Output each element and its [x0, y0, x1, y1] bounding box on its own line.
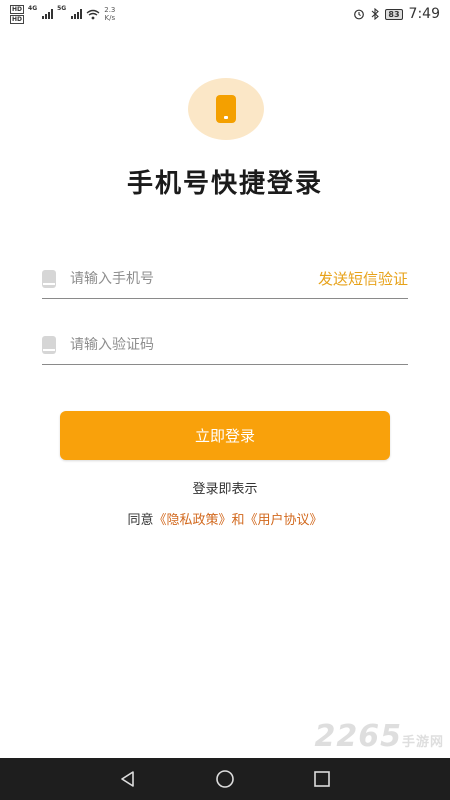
- hd-indicators: HD HD: [10, 4, 25, 24]
- watermark-sub: 手游网: [401, 735, 444, 750]
- page-title: 手机号快捷登录: [126, 169, 323, 199]
- agreement-conjunction: 和: [231, 513, 245, 528]
- user-agreement-link[interactable]: 《用户协议》: [245, 513, 323, 528]
- battery-icon: 83: [385, 8, 403, 20]
- agreement-notice: 登录即表示: [192, 482, 258, 497]
- system-nav-bar: [0, 758, 450, 800]
- home-button[interactable]: [213, 767, 237, 791]
- status-right: 83 7:49: [353, 6, 440, 22]
- network-speed: 2.3 K/s: [104, 6, 115, 22]
- alarm-icon: [354, 9, 365, 20]
- signal-icon: [71, 9, 83, 19]
- agreement-links: 同意《隐私政策》和《用户协议》: [0, 509, 450, 528]
- recents-icon: [313, 771, 330, 787]
- phone-icon: [42, 335, 56, 354]
- logo: [188, 78, 264, 140]
- status-left: HD HD 4G 5G 2.3 K/s: [10, 4, 115, 24]
- watermark: 2265手游网: [314, 719, 444, 754]
- verification-code-input[interactable]: [70, 336, 408, 353]
- watermark-brand: 2265: [314, 719, 402, 754]
- battery-level: 83: [388, 9, 400, 19]
- phone-input[interactable]: [70, 270, 318, 287]
- status-bar: HD HD 4G 5G 2.3 K/s 83 7:49: [0, 0, 450, 28]
- recents-button[interactable]: [310, 767, 334, 791]
- network-type-1: 4G: [28, 4, 38, 12]
- phone-icon: [42, 269, 56, 288]
- network-type-2: 5G: [57, 4, 67, 12]
- login-button[interactable]: 立即登录: [60, 411, 390, 460]
- wifi-icon: [86, 9, 100, 19]
- hd-badge-2: HD: [10, 14, 25, 24]
- agreement-prefix: 同意: [127, 513, 154, 528]
- signal-icon: [42, 9, 54, 19]
- code-field-row: [42, 325, 408, 365]
- status-time: 7:49: [408, 6, 440, 22]
- phone-icon: [216, 95, 236, 123]
- back-button[interactable]: [116, 767, 140, 791]
- home-icon: [216, 770, 234, 788]
- phone-field-row: 发送短信验证: [42, 259, 408, 299]
- speed-unit: K/s: [104, 14, 116, 22]
- send-code-button[interactable]: 发送短信验证: [318, 268, 408, 289]
- hd-badge-1: HD: [10, 4, 25, 14]
- back-icon: [121, 771, 135, 787]
- privacy-policy-link[interactable]: 《隐私政策》: [153, 513, 231, 528]
- bluetooth-icon: [372, 8, 380, 20]
- speed-value: 2.3: [104, 6, 116, 14]
